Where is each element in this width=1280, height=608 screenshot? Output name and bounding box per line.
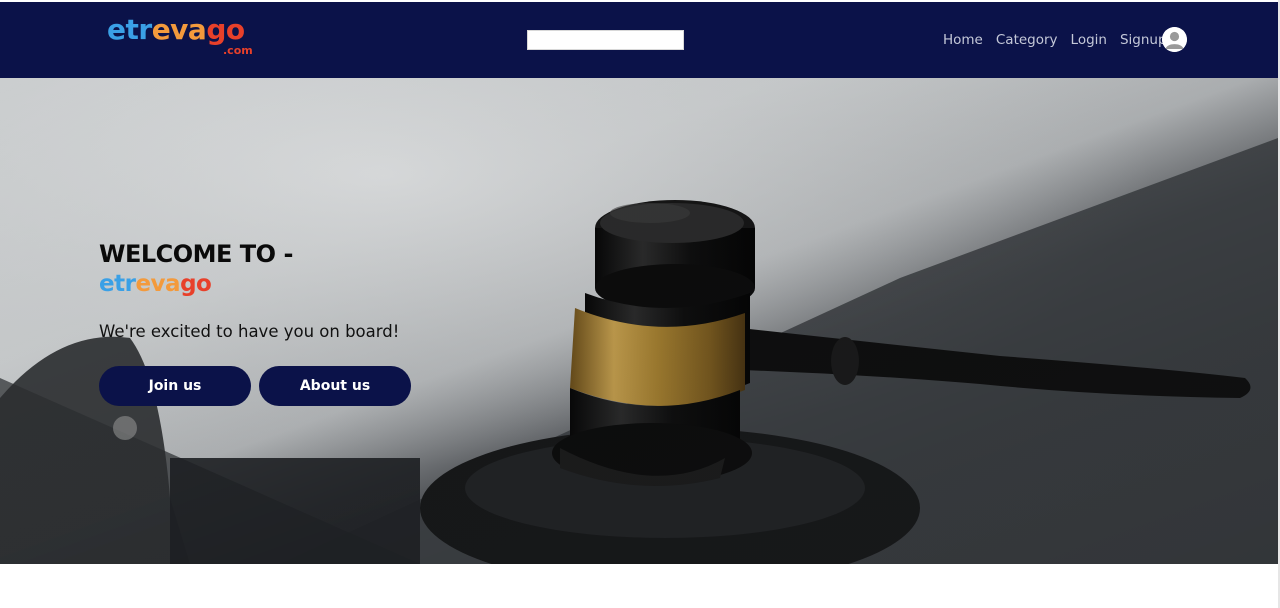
- user-avatar-icon[interactable]: [1162, 27, 1187, 52]
- site-logo[interactable]: etrevago .com: [107, 14, 253, 58]
- nav-home-link[interactable]: Home: [943, 29, 983, 51]
- hero-brand-part-1: etr: [99, 271, 136, 297]
- join-us-button[interactable]: Join us: [99, 366, 251, 406]
- search-input[interactable]: [527, 30, 684, 50]
- hero-brand-part-2: eva: [135, 271, 181, 297]
- logo-part-3: go: [206, 13, 245, 46]
- nav-login-link[interactable]: Login: [1071, 29, 1107, 51]
- about-us-button[interactable]: About us: [259, 366, 411, 406]
- hero-brand-part-3: go: [180, 271, 212, 297]
- hero-brand-name: etrevago: [99, 270, 212, 298]
- top-navbar: etrevago .com Home Category Login Signup: [0, 2, 1278, 78]
- logo-part-2: eva: [151, 13, 207, 46]
- hero-title: WELCOME TO -: [99, 240, 293, 268]
- logo-suffix: .com: [223, 44, 253, 57]
- nav-signup-link[interactable]: Signup: [1120, 29, 1167, 51]
- hero-subtitle: We're excited to have you on board!: [99, 322, 400, 341]
- main-nav: Home Category Login Signup: [943, 29, 1180, 51]
- hero-banner: WELCOME TO - etrevago We're excited to h…: [0, 78, 1278, 564]
- logo-wordmark: etrevago: [107, 14, 245, 46]
- nav-category-link[interactable]: Category: [996, 29, 1058, 51]
- logo-part-1: etr: [107, 13, 152, 46]
